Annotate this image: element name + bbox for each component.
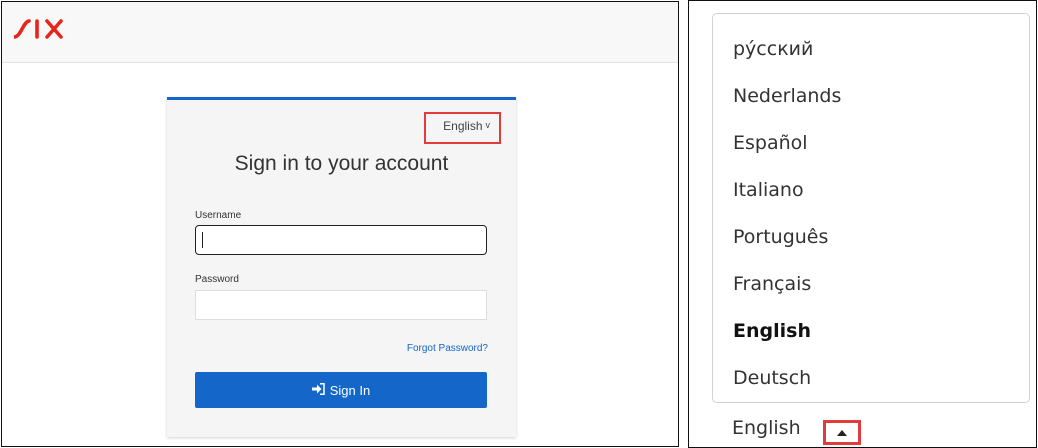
language-option-english[interactable]: English bbox=[713, 308, 1029, 355]
language-menu-panel: рýсский Nederlands Español Italiano Port… bbox=[688, 0, 1037, 448]
language-toggle-button[interactable] bbox=[823, 420, 861, 445]
text-caret bbox=[202, 232, 203, 248]
login-card: English v Sign in to your account Usernam… bbox=[167, 97, 516, 437]
username-field[interactable] bbox=[195, 225, 487, 255]
language-menu: рýсский Nederlands Español Italiano Port… bbox=[712, 13, 1030, 403]
language-option-russian[interactable]: рýсский bbox=[713, 26, 1029, 73]
language-option-portuguese[interactable]: Português bbox=[713, 214, 1029, 261]
page-title: Sign in to your account bbox=[234, 152, 449, 175]
top-bar bbox=[2, 2, 678, 63]
caret-up-icon bbox=[836, 424, 848, 442]
sign-in-button[interactable]: Sign In bbox=[195, 372, 487, 408]
login-screen: English v Sign in to your account Usernam… bbox=[1, 1, 679, 447]
six-logo[interactable] bbox=[12, 19, 76, 44]
language-option-german[interactable]: Deutsch bbox=[713, 355, 1029, 402]
language-option-french[interactable]: Français bbox=[713, 261, 1029, 308]
password-label: Password bbox=[195, 274, 239, 285]
language-option-italian[interactable]: Italiano bbox=[713, 167, 1029, 214]
sign-in-icon bbox=[311, 382, 325, 398]
forgot-password-link[interactable]: Forgot Password? bbox=[407, 343, 488, 354]
language-highlight bbox=[424, 112, 501, 144]
password-field[interactable] bbox=[195, 290, 487, 320]
language-option-spanish[interactable]: Español bbox=[713, 120, 1029, 167]
language-option-dutch[interactable]: Nederlands bbox=[713, 73, 1029, 120]
current-language[interactable]: English bbox=[732, 417, 801, 439]
sign-in-label: Sign In bbox=[329, 382, 371, 398]
username-label: Username bbox=[195, 210, 242, 221]
